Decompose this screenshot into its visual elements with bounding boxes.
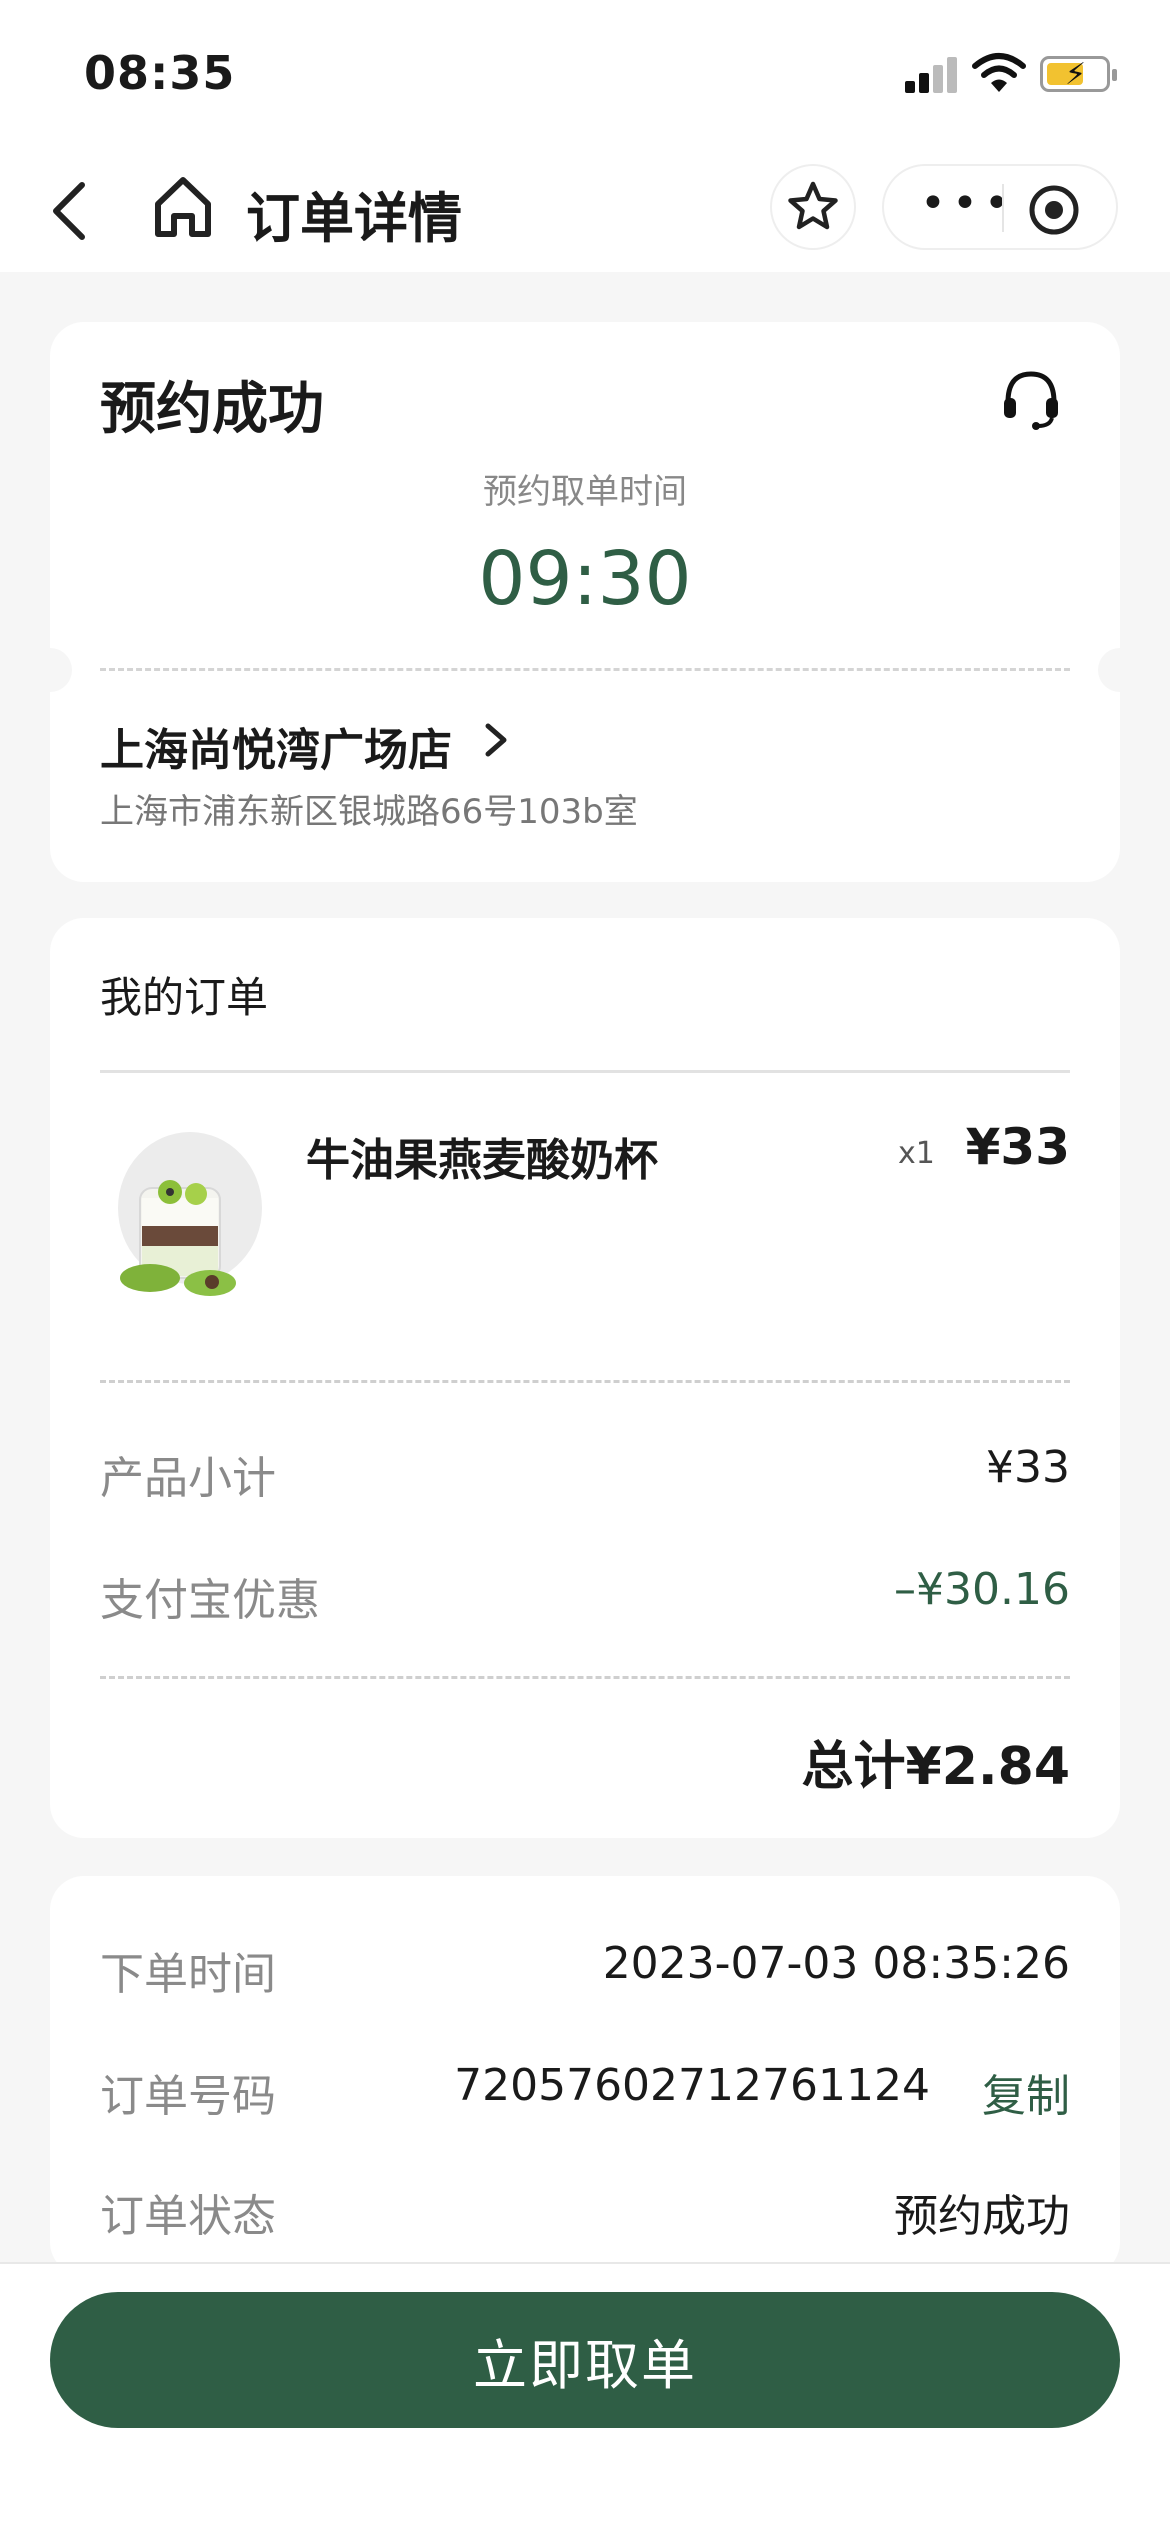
ticket-notch <box>28 648 72 692</box>
battery-icon: ⚡ <box>1040 56 1117 92</box>
store-address: 上海市浦东新区银城路66号103b室 <box>100 792 638 832</box>
subtotal-label: 产品小计 <box>100 1453 276 1504</box>
page-title: 订单详情 <box>246 187 462 250</box>
status-bar: 08:35 ⚡ <box>0 0 1170 150</box>
home-icon[interactable] <box>150 172 216 246</box>
reservation-status: 预约成功 <box>100 377 324 442</box>
order-time-value: 2023-07-03 08:35:26 <box>602 1938 1070 1989</box>
pickup-time-label: 预约取单时间 <box>483 472 687 512</box>
pickup-time: 09:30 <box>478 536 692 622</box>
star-icon <box>788 181 838 230</box>
close-miniapp-icon[interactable] <box>1028 184 1080 240</box>
product-image <box>100 1128 270 1298</box>
divider <box>100 1676 1070 1679</box>
capsule-divider <box>1002 184 1004 232</box>
wifi-icon <box>972 52 1026 98</box>
order-card: 我的订单 牛油果燕麦酸奶杯 x1 ¥33 产品小计 ¥33 支付宝优惠 –¥30… <box>50 918 1120 1838</box>
subtotal-value: ¥33 <box>986 1442 1070 1493</box>
product-price: ¥33 <box>965 1118 1070 1176</box>
order-info-card: 下单时间 2023-07-03 08:35:26 订单号码 7205760271… <box>50 1876 1120 2276</box>
copy-order-number-button[interactable]: 复制 <box>982 2060 1070 2124</box>
divider <box>100 668 1070 671</box>
cellular-signal-icon <box>905 55 960 93</box>
order-total: 总计¥2.84 <box>801 1737 1070 1797</box>
pickup-now-button[interactable]: 立即取单 <box>50 2292 1120 2428</box>
order-section-title: 我的订单 <box>100 973 269 1022</box>
product-name: 牛油果燕麦酸奶杯 <box>306 1135 658 1186</box>
divider <box>100 1380 1070 1383</box>
ticket-notch <box>1098 648 1142 692</box>
order-status-label: 订单状态 <box>100 2191 276 2242</box>
nav-bar: 订单详情 ••• <box>0 150 1170 270</box>
favorite-button[interactable] <box>770 164 856 250</box>
chevron-right-icon[interactable] <box>478 720 514 764</box>
discount-label: 支付宝优惠 <box>100 1575 320 1626</box>
back-icon[interactable] <box>40 175 100 249</box>
order-time-label: 下单时间 <box>100 1949 276 2000</box>
divider <box>100 1070 1070 1073</box>
top-bar: 08:35 ⚡ 订单详情 ••• <box>0 0 1170 272</box>
miniapp-capsule: ••• <box>882 164 1118 250</box>
order-status-value: 预约成功 <box>894 2191 1070 2242</box>
store-name[interactable]: 上海尚悦湾广场店 <box>100 714 452 778</box>
reservation-card: 预约成功 预约取单时间 09:30 上海尚悦湾广场店 上海市浦东新区银城路66号… <box>28 322 1142 882</box>
product-quantity: x1 <box>898 1136 935 1171</box>
status-time: 08:35 <box>84 46 236 100</box>
bottom-action-bar: 立即取单 <box>0 2262 1170 2532</box>
order-number-label: 订单号码 <box>100 2071 276 2122</box>
order-number-value: 72057602712761124 <box>454 2060 930 2111</box>
discount-value: –¥30.16 <box>894 1564 1070 1615</box>
customer-service-icon[interactable] <box>996 364 1066 438</box>
